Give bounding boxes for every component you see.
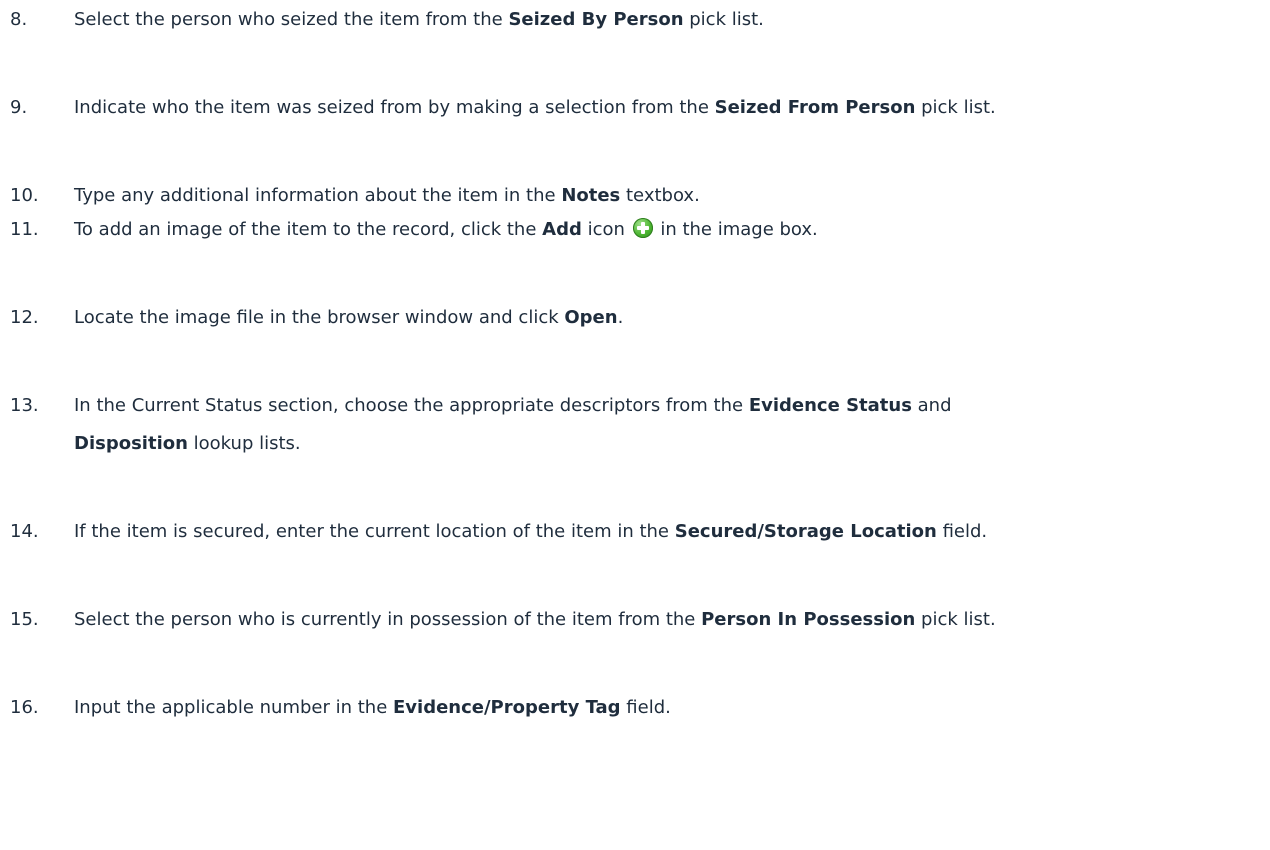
step-number: 10. (10, 185, 39, 206)
step-text: Type any additional information about th… (74, 185, 700, 206)
step-number: 11. (10, 219, 39, 240)
step-number: 12. (10, 307, 39, 328)
field-name: Seized From Person (714, 97, 916, 118)
field-name: Add (542, 219, 582, 240)
add-plus-icon (632, 218, 653, 238)
field-name: Disposition (74, 433, 188, 454)
step-text: Select the person who is currently in po… (74, 609, 996, 630)
step-text: If the item is secured, enter the curren… (74, 521, 988, 542)
field-name: Open (564, 307, 618, 328)
step-text: Locate the image file in the browser win… (74, 307, 624, 328)
step-number: 8. (10, 9, 28, 30)
step-text: To add an image of the item to the recor… (74, 218, 818, 240)
step-text: Input the applicable number in the Evide… (74, 697, 671, 718)
field-name: Secured/Storage Location (674, 521, 937, 542)
step-number: 13. (10, 395, 39, 416)
step-number: 9. (10, 97, 28, 118)
step-text: In the Current Status section, choose th… (74, 395, 952, 416)
field-name: Evidence Status (748, 395, 912, 416)
step-number: 14. (10, 521, 39, 542)
field-name: Notes (561, 185, 621, 206)
step-number: 16. (10, 697, 39, 718)
field-name: Evidence/Property Tag (393, 697, 621, 718)
field-name: Seized By Person (508, 9, 684, 30)
field-name: Person In Possession (701, 609, 916, 630)
step-text: Select the person who seized the item fr… (74, 9, 764, 30)
step-text: Disposition lookup lists. (74, 433, 301, 454)
step-number: 15. (10, 609, 39, 630)
step-text: Indicate who the item was seized from by… (74, 97, 996, 118)
